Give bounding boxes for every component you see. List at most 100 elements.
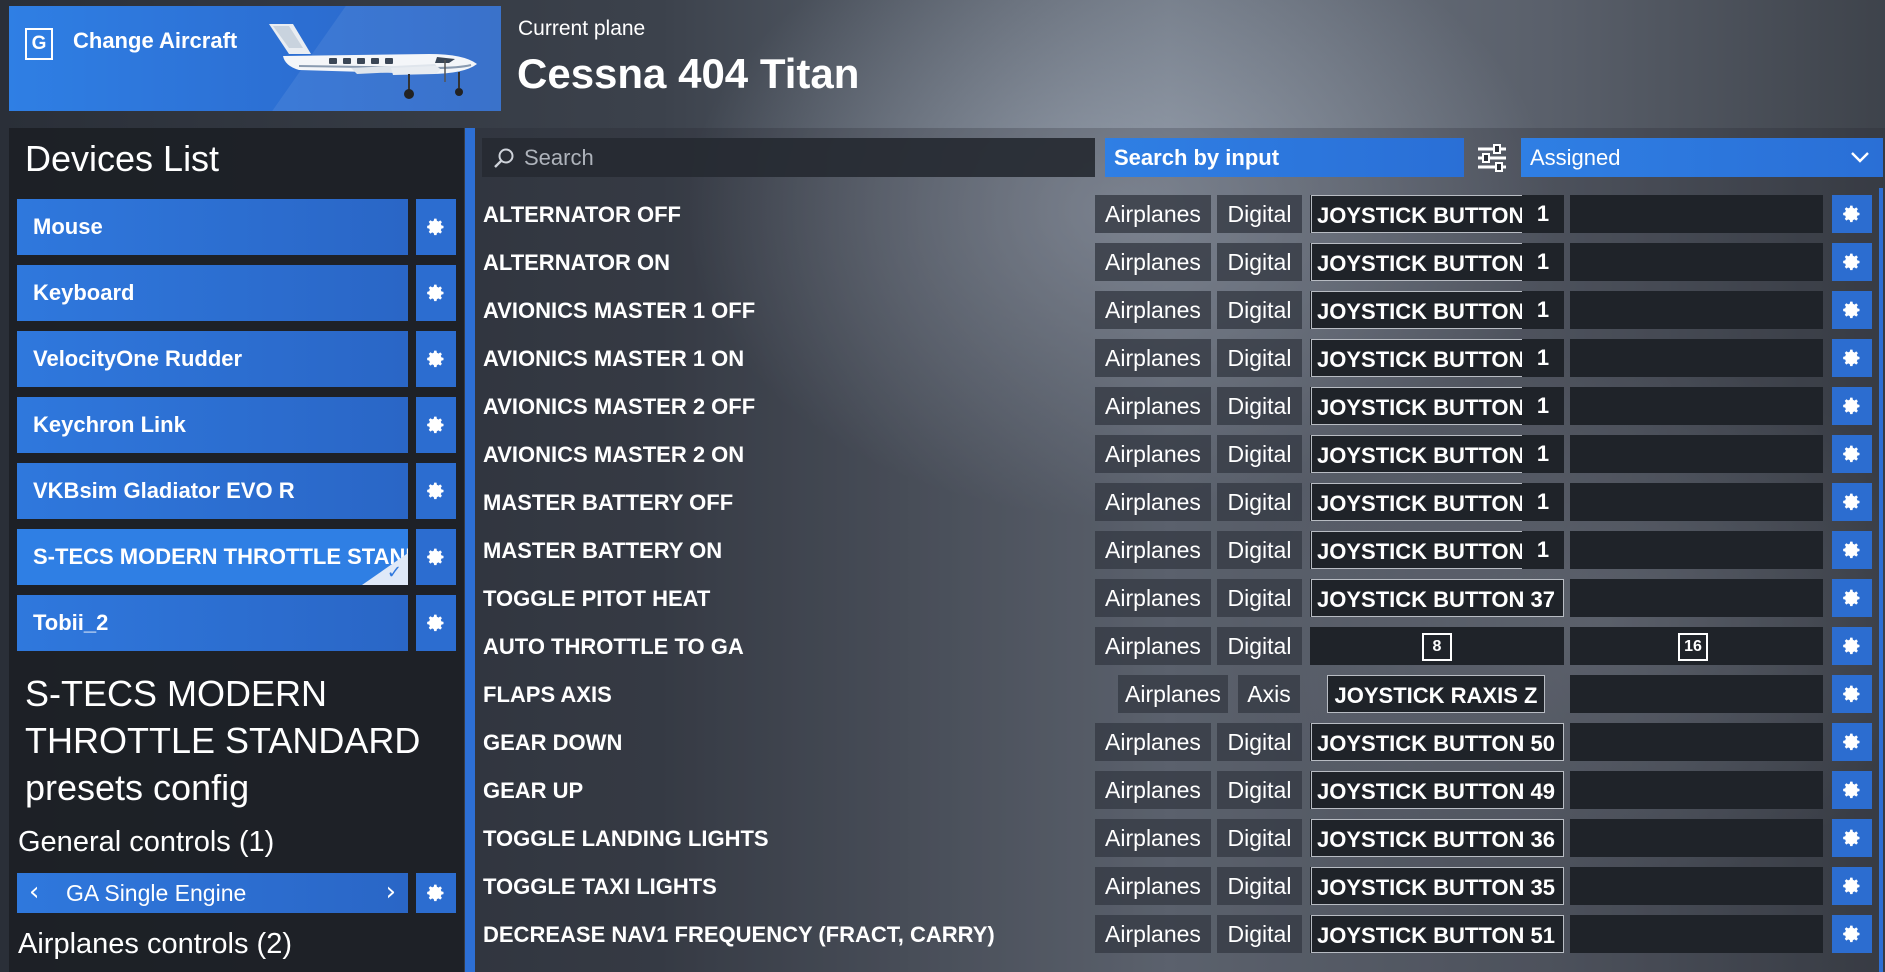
device-settings-button[interactable] [416, 463, 456, 519]
binding-row[interactable]: AUTO THROTTLE TO GA Airplanes Digital 8 16 [475, 622, 1879, 670]
input-binding-label: JOYSTICK BUTTON 1 [1311, 531, 1523, 569]
input-slot-secondary[interactable]: 16 [1570, 627, 1823, 665]
search-input[interactable] [522, 143, 1086, 172]
binding-settings-button[interactable] [1832, 483, 1872, 521]
input-slot-primary[interactable]: JOYSTICK BUTTON 11 [1310, 243, 1564, 281]
input-slot-secondary[interactable] [1570, 387, 1823, 425]
input-type-chip: Digital [1217, 195, 1302, 233]
input-slot-secondary[interactable] [1570, 243, 1823, 281]
input-slot-secondary[interactable] [1570, 435, 1823, 473]
device-settings-button[interactable] [416, 265, 456, 321]
filter-sliders-icon[interactable] [1476, 143, 1508, 173]
binding-row[interactable]: GEAR DOWN Airplanes Digital JOYSTICK BUTTON… [475, 718, 1879, 766]
binding-row[interactable]: ALTERNATOR ON Airplanes Digital JOYSTICK BU… [475, 238, 1879, 286]
binding-settings-button[interactable] [1832, 915, 1872, 953]
input-slot-primary[interactable]: JOYSTICK BUTTON 50 [1310, 723, 1564, 761]
device-item-keyboard[interactable]: Keyboard [17, 265, 408, 321]
binding-settings-button[interactable] [1832, 243, 1872, 281]
binding-row[interactable]: MASTER BATTERY OFF Airplanes Digital JOYSTI… [475, 478, 1879, 526]
input-slot-secondary[interactable] [1570, 195, 1823, 233]
device-item-tobii[interactable]: Tobii_2 [17, 595, 408, 651]
chevron-left-icon[interactable]: ‹ [29, 877, 39, 907]
binding-settings-button[interactable] [1832, 723, 1872, 761]
input-slot-primary[interactable]: JOYSTICK RAXIS Z [1310, 675, 1564, 713]
gear-icon [1843, 253, 1860, 271]
input-slot-secondary[interactable] [1570, 291, 1823, 329]
binding-row[interactable]: AVIONICS MASTER 2 ON Airplanes Digital JOYS… [475, 430, 1879, 478]
device-settings-button[interactable] [416, 397, 456, 453]
gear-icon [1843, 781, 1860, 799]
input-slot-secondary[interactable] [1570, 867, 1823, 905]
input-binding-label: JOYSTICK BUTTON 36 [1311, 819, 1564, 857]
assigned-filter-dropdown[interactable]: Assigned [1521, 138, 1883, 177]
search-field[interactable] [482, 138, 1095, 177]
binding-row[interactable]: AVIONICS MASTER 2 OFF Airplanes Digital JOY… [475, 382, 1879, 430]
binding-settings-button[interactable] [1832, 435, 1872, 473]
binding-row[interactable]: GEAR UP Airplanes Digital JOYSTICK BUTTON 4… [475, 766, 1879, 814]
input-slot-primary[interactable]: JOYSTICK BUTTON 11 [1310, 483, 1564, 521]
binding-settings-button[interactable] [1832, 579, 1872, 617]
device-settings-button[interactable] [416, 595, 456, 651]
input-slot-primary[interactable]: JOYSTICK BUTTON 35 [1310, 867, 1564, 905]
binding-settings-button[interactable] [1832, 387, 1872, 425]
input-slot-secondary[interactable] [1570, 675, 1823, 713]
device-item-stecs-throttle[interactable]: S-TECS MODERN THROTTLE STANDARD ✓ [17, 529, 408, 585]
binding-settings-button[interactable] [1832, 867, 1872, 905]
preset-settings-button[interactable] [416, 873, 456, 913]
binding-row[interactable]: AVIONICS MASTER 1 ON Airplanes Digital JOYS… [475, 334, 1879, 382]
device-settings-button[interactable] [416, 199, 456, 255]
device-item-vkbsim-gladiator[interactable]: VKBsim Gladiator EVO R [17, 463, 408, 519]
input-slot-primary[interactable]: JOYSTICK BUTTON 37 [1310, 579, 1564, 617]
input-slot-primary[interactable]: JOYSTICK BUTTON 51 [1310, 915, 1564, 953]
binding-settings-button[interactable] [1832, 819, 1872, 857]
binding-settings-button[interactable] [1832, 771, 1872, 809]
input-slot-primary[interactable]: JOYSTICK BUTTON 49 [1310, 771, 1564, 809]
binding-row[interactable]: DECREASE NAV1 FREQUENCY (FRACT, CARRY) Ai… [475, 910, 1879, 958]
device-settings-button[interactable] [416, 529, 456, 585]
input-slot-secondary[interactable] [1570, 723, 1823, 761]
action-name: ALTERNATOR OFF [483, 202, 681, 227]
input-slot-secondary[interactable] [1570, 531, 1823, 569]
device-item-velocityone-rudder[interactable]: VelocityOne Rudder [17, 331, 408, 387]
device-label: S-TECS MODERN THROTTLE STANDARD [33, 544, 408, 569]
binding-settings-button[interactable] [1832, 291, 1872, 329]
input-slot-secondary[interactable] [1570, 771, 1823, 809]
change-aircraft-button[interactable]: G Change Aircraft [9, 6, 501, 111]
input-slot-primary[interactable]: JOYSTICK BUTTON 36 [1310, 819, 1564, 857]
category-chip: Airplanes [1095, 435, 1211, 473]
input-slot-primary[interactable]: 8 [1310, 627, 1564, 665]
binding-row[interactable]: FLAPS AXIS Airplanes Axis JOYSTICK RAXIS Z [475, 670, 1879, 718]
input-slot-primary[interactable]: JOYSTICK BUTTON 11 [1310, 339, 1564, 377]
binding-settings-button[interactable] [1832, 339, 1872, 377]
binding-settings-button[interactable] [1832, 627, 1872, 665]
binding-row[interactable]: TOGGLE TAXI LIGHTS Airplanes Digital JOYSTI… [475, 862, 1879, 910]
input-slot-secondary[interactable] [1570, 915, 1823, 953]
input-slot-primary[interactable]: JOYSTICK BUTTON 11 [1310, 291, 1564, 329]
input-slot-secondary[interactable] [1570, 819, 1823, 857]
binding-row[interactable]: AVIONICS MASTER 1 OFF Airplanes Digital JOY… [475, 286, 1879, 334]
input-slot-primary[interactable]: JOYSTICK BUTTON 11 [1310, 435, 1564, 473]
binding-row[interactable]: TOGGLE PITOT HEAT Airplanes Digital JOYSTIC… [475, 574, 1879, 622]
search-by-input-button[interactable]: Search by input [1105, 138, 1464, 177]
device-item-keychron-link[interactable]: Keychron Link [17, 397, 408, 453]
chevron-right-icon[interactable]: › [386, 877, 396, 907]
scrollbar[interactable] [1879, 188, 1883, 972]
device-settings-button[interactable] [416, 331, 456, 387]
input-slot-primary[interactable]: JOYSTICK BUTTON 11 [1310, 387, 1564, 425]
input-slot-secondary[interactable] [1570, 579, 1823, 617]
input-binding-label: JOYSTICK BUTTON 1 [1311, 291, 1523, 329]
device-item-mouse[interactable]: Mouse [17, 199, 408, 255]
device-label: Keychron Link [33, 412, 186, 437]
input-slot-primary[interactable]: JOYSTICK BUTTON 11 [1310, 195, 1564, 233]
binding-row[interactable]: TOGGLE LANDING LIGHTS Airplanes Digital JOY… [475, 814, 1879, 862]
binding-settings-button[interactable] [1832, 675, 1872, 713]
binding-row[interactable]: ALTERNATOR OFF Airplanes Digital JOYSTICK B… [475, 190, 1879, 238]
preset-selector[interactable]: ‹ GA Single Engine › [17, 873, 408, 913]
binding-settings-button[interactable] [1832, 195, 1872, 233]
binding-settings-button[interactable] [1832, 531, 1872, 569]
binding-row[interactable]: MASTER BATTERY ON Airplanes Digital JOYSTIC… [475, 526, 1879, 574]
input-slot-secondary[interactable] [1570, 339, 1823, 377]
input-slot-secondary[interactable] [1570, 483, 1823, 521]
input-binding-label: JOYSTICK BUTTON 1 [1311, 435, 1523, 473]
input-slot-primary[interactable]: JOYSTICK BUTTON 11 [1310, 531, 1564, 569]
